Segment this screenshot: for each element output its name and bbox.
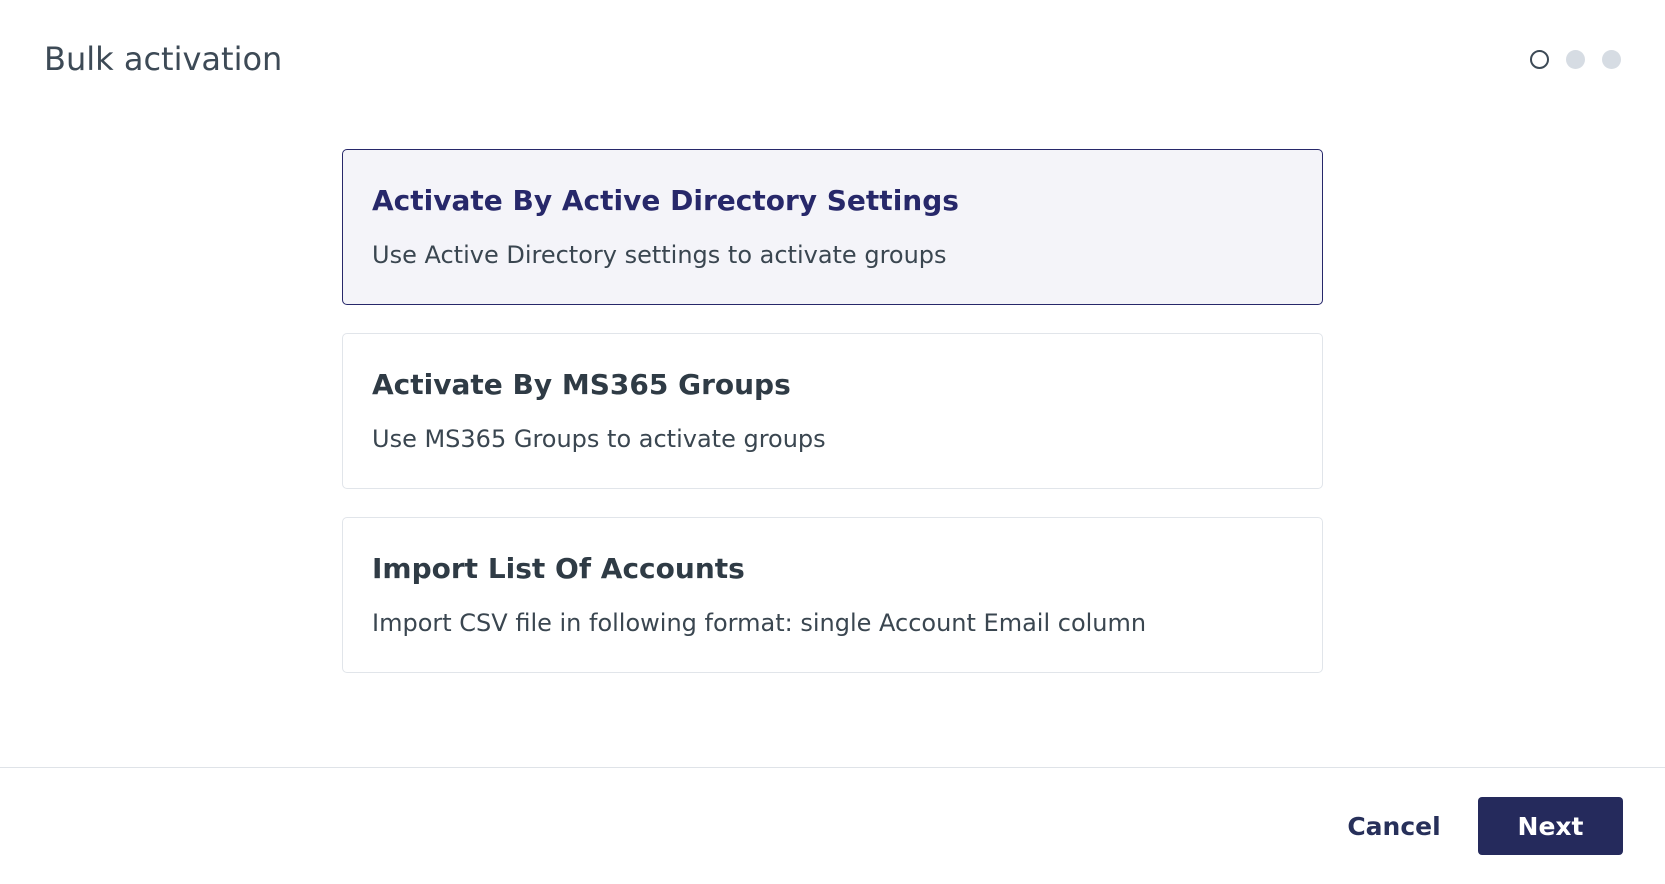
activation-options: Activate By Active Directory Settings Us… [342, 149, 1323, 701]
dialog-title: Bulk activation [44, 40, 283, 78]
option-description: Use MS365 Groups to activate groups [372, 425, 826, 453]
option-description: Use Active Directory settings to activat… [372, 241, 947, 269]
option-title: Activate By Active Directory Settings [372, 184, 959, 217]
option-import-accounts[interactable]: Import List Of Accounts Import CSV file … [342, 517, 1323, 673]
step-dot-1 [1530, 50, 1549, 69]
step-dot-2 [1566, 50, 1585, 69]
footer-divider [0, 767, 1665, 768]
cancel-button[interactable]: Cancel [1336, 797, 1452, 855]
option-ms365-groups[interactable]: Activate By MS365 Groups Use MS365 Group… [342, 333, 1323, 489]
bulk-activation-dialog: Bulk activation Activate By Active Direc… [0, 0, 1665, 884]
option-active-directory[interactable]: Activate By Active Directory Settings Us… [342, 149, 1323, 305]
option-title: Import List Of Accounts [372, 552, 745, 585]
option-title: Activate By MS365 Groups [372, 368, 791, 401]
next-button[interactable]: Next [1478, 797, 1623, 855]
step-indicator [1530, 50, 1621, 69]
option-description: Import CSV file in following format: sin… [372, 609, 1147, 637]
step-dot-3 [1602, 50, 1621, 69]
